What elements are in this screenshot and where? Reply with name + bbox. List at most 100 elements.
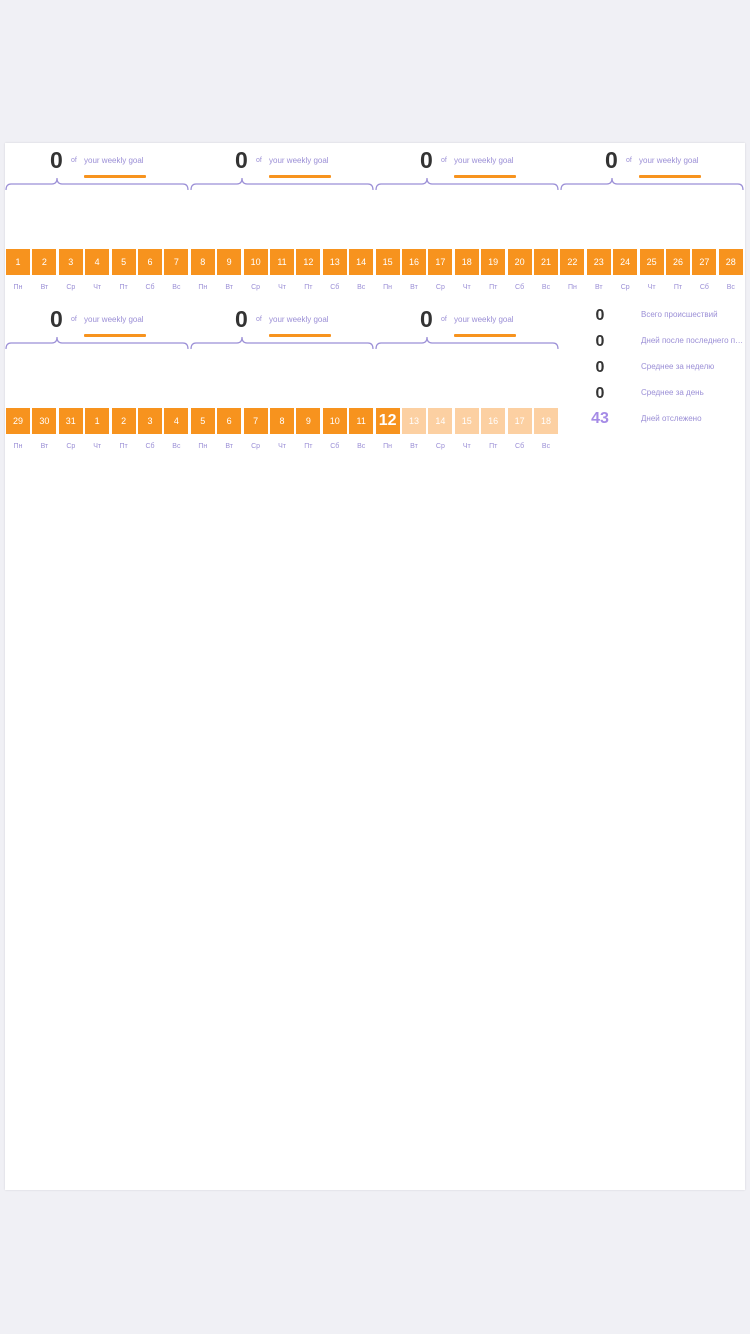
weekday-label: Пн [198,284,208,291]
goal-of-label: of [441,157,447,164]
calendar-sheet: 0 of your weekly goal 0 of your weekly goal 0 o… [5,143,745,1190]
day-cell-future[interactable]: 18 [534,408,558,434]
day-cell[interactable]: 1 [85,408,110,434]
week-brace-icon [560,177,744,191]
day-cell[interactable]: 14 [349,249,374,275]
weekday-label: Чт [647,284,656,291]
day-cell[interactable]: 4 [85,249,110,275]
weekday-label: Вт [410,443,418,450]
day-cell[interactable]: 8 [190,249,215,275]
weekday-label: Сб [330,443,340,450]
weekly-goal-header: 0 of your weekly goal [560,143,745,193]
day-cell-future[interactable]: 15 [454,408,479,434]
weekday-label: Пн [198,443,208,450]
weekday-label: Сб [515,284,525,291]
weekday-label: Пн [13,284,23,291]
weekday-label: Вт [225,284,234,291]
weekday-label: Вс [541,284,551,291]
weekday-label: Сб [330,284,340,291]
week-brace-icon [190,336,374,350]
weekday-label: Вт [40,284,49,291]
day-cell[interactable]: 6 [138,249,162,275]
day-cell[interactable]: 3 [58,249,83,275]
weekday-label: Пн [13,443,23,450]
day-cell[interactable]: 22 [560,249,585,275]
day-cell[interactable]: 27 [692,249,717,275]
day-cell[interactable]: 2 [32,249,57,275]
stat-value: 0 [595,333,605,350]
day-cell[interactable]: 8 [270,408,294,434]
day-cell[interactable]: 12 [296,249,321,275]
day-cell[interactable]: 29 [6,408,30,434]
stat-value: 0 [595,385,605,402]
day-cell[interactable]: 7 [164,249,189,275]
day-cell[interactable]: 9 [217,249,242,275]
day-cell[interactable]: 1 [6,249,30,275]
day-cell[interactable]: 15 [375,249,400,275]
weekday-label: Вс [172,284,181,291]
day-cell[interactable]: 30 [32,408,57,434]
day-cell-future[interactable]: 14 [428,408,453,434]
weekday-label: Чт [93,443,102,450]
weekly-goal-header: 0 of your weekly goal [375,302,560,352]
weekday-label: Пт [673,284,683,291]
day-cell[interactable]: 9 [296,408,321,434]
goal-of-label: of [71,157,77,164]
weekday-label: Пт [119,284,128,291]
day-cell[interactable]: 19 [481,249,506,275]
day-cell[interactable]: 28 [718,249,743,275]
day-cell[interactable]: 6 [217,408,242,434]
day-cell[interactable]: 16 [402,249,426,275]
weekday-label: Вс [172,443,181,450]
goal-count: 0 [50,147,63,173]
day-cell-future[interactable]: 16 [481,408,506,434]
day-cell-future[interactable]: 13 [402,408,426,434]
weekly-goal-label: your weekly goal [269,156,329,165]
day-cell[interactable]: 23 [586,249,611,275]
week-brace-icon [375,336,559,350]
goal-count: 0 [235,147,248,173]
day-cell[interactable]: 11 [349,408,374,434]
day-cell[interactable]: 3 [138,408,162,434]
weekly-goal-header: 0 of your weekly goal [190,302,375,352]
stat-value: 43 [591,410,609,427]
day-cell-future[interactable]: 17 [507,408,532,434]
weekday-label: Пт [489,284,498,291]
day-cell[interactable]: 2 [111,408,136,434]
day-cell[interactable]: 13 [322,249,347,275]
day-cell[interactable]: 7 [243,408,268,434]
day-cell[interactable]: 10 [322,408,347,434]
day-cell[interactable]: 10 [243,249,268,275]
weekly-goal-label: your weekly goal [84,156,144,165]
day-cell-today[interactable]: 12 [375,408,400,434]
weekly-goal-label: your weekly goal [84,315,144,324]
weekday-label: Сб [145,284,155,291]
day-cell[interactable]: 4 [164,408,189,434]
day-cell[interactable]: 26 [666,249,690,275]
weekday-label: Ср [66,284,76,291]
weekday-label: Пт [119,443,128,450]
weekday-label: Ср [435,443,445,450]
day-cell[interactable]: 25 [639,249,664,275]
day-cell[interactable]: 21 [534,249,558,275]
day-cell[interactable]: 17 [428,249,453,275]
day-cell[interactable]: 5 [190,408,215,434]
day-cell[interactable]: 5 [111,249,136,275]
day-cell[interactable]: 20 [507,249,532,275]
weekday-label: Пт [304,284,313,291]
weekday-label: Ср [251,284,261,291]
day-cell[interactable]: 24 [613,249,638,275]
day-cell[interactable]: 11 [270,249,294,275]
weekday-label: Ср [435,284,445,291]
goal-of-label: of [256,157,262,164]
week-brace-icon [190,177,374,191]
goal-of-label: of [71,316,77,323]
weekly-goal-header: 0 of your weekly goal [5,302,190,352]
day-cell[interactable]: 18 [454,249,479,275]
goal-count: 0 [605,147,618,173]
week-brace-icon [5,177,189,191]
goal-count: 0 [420,147,433,173]
stat-label: Дней после последнего происшествия [641,336,745,345]
weekday-label: Сб [515,443,525,450]
day-cell[interactable]: 31 [58,408,83,434]
